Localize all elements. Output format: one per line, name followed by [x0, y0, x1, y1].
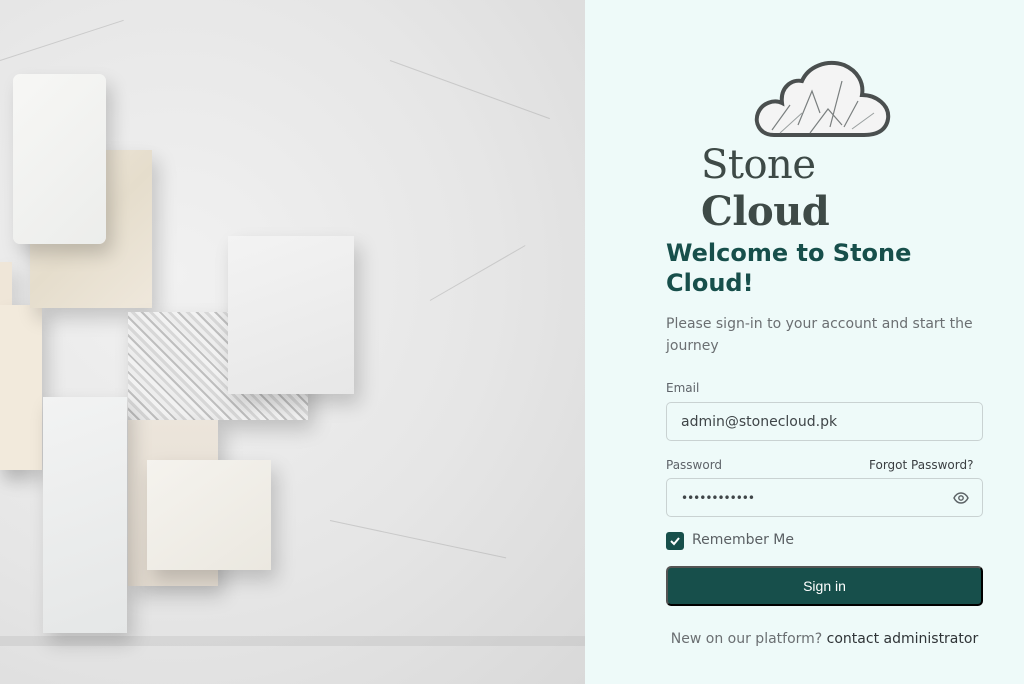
password-value: ••••••••••••: [681, 490, 755, 505]
brand-name-first: Stone: [701, 142, 816, 188]
login-panel: Stone Cloud Welcome to Stone Cloud! Plea…: [585, 0, 1024, 684]
brand-wordmark: Stone Cloud: [701, 142, 951, 235]
password-field[interactable]: ••••••••••••: [666, 478, 983, 517]
welcome-subtitle: Please sign-in to your account and start…: [666, 316, 973, 354]
sign-in-button[interactable]: Sign in: [666, 566, 983, 606]
remember-me-checkbox[interactable]: [666, 532, 684, 550]
email-field[interactable]: admin@stonecloud.pk: [666, 402, 983, 441]
password-label: Password: [666, 458, 723, 472]
forgot-password-link[interactable]: Forgot Password?: [869, 458, 973, 472]
remember-me-label[interactable]: Remember Me: [692, 532, 794, 548]
contact-admin-link[interactable]: contact administrator: [827, 631, 979, 647]
login-page: Stone Cloud Welcome to Stone Cloud! Plea…: [0, 0, 1024, 684]
email-label: Email: [666, 381, 700, 395]
marble-hero-image: [0, 0, 585, 684]
brand-name-second: Cloud: [701, 188, 830, 235]
marble-cloud-logo: [754, 61, 891, 137]
welcome-title: Welcome to Stone Cloud!: [666, 239, 912, 297]
signup-prompt: New on our platform? contact administrat…: [666, 628, 983, 650]
signup-prompt-text: New on our platform?: [670, 631, 823, 647]
checkmark-icon: [670, 537, 680, 546]
eye-icon[interactable]: [939, 478, 983, 517]
eye-icon-svg: [953, 491, 969, 504]
email-value: admin@stonecloud.pk: [681, 413, 838, 430]
